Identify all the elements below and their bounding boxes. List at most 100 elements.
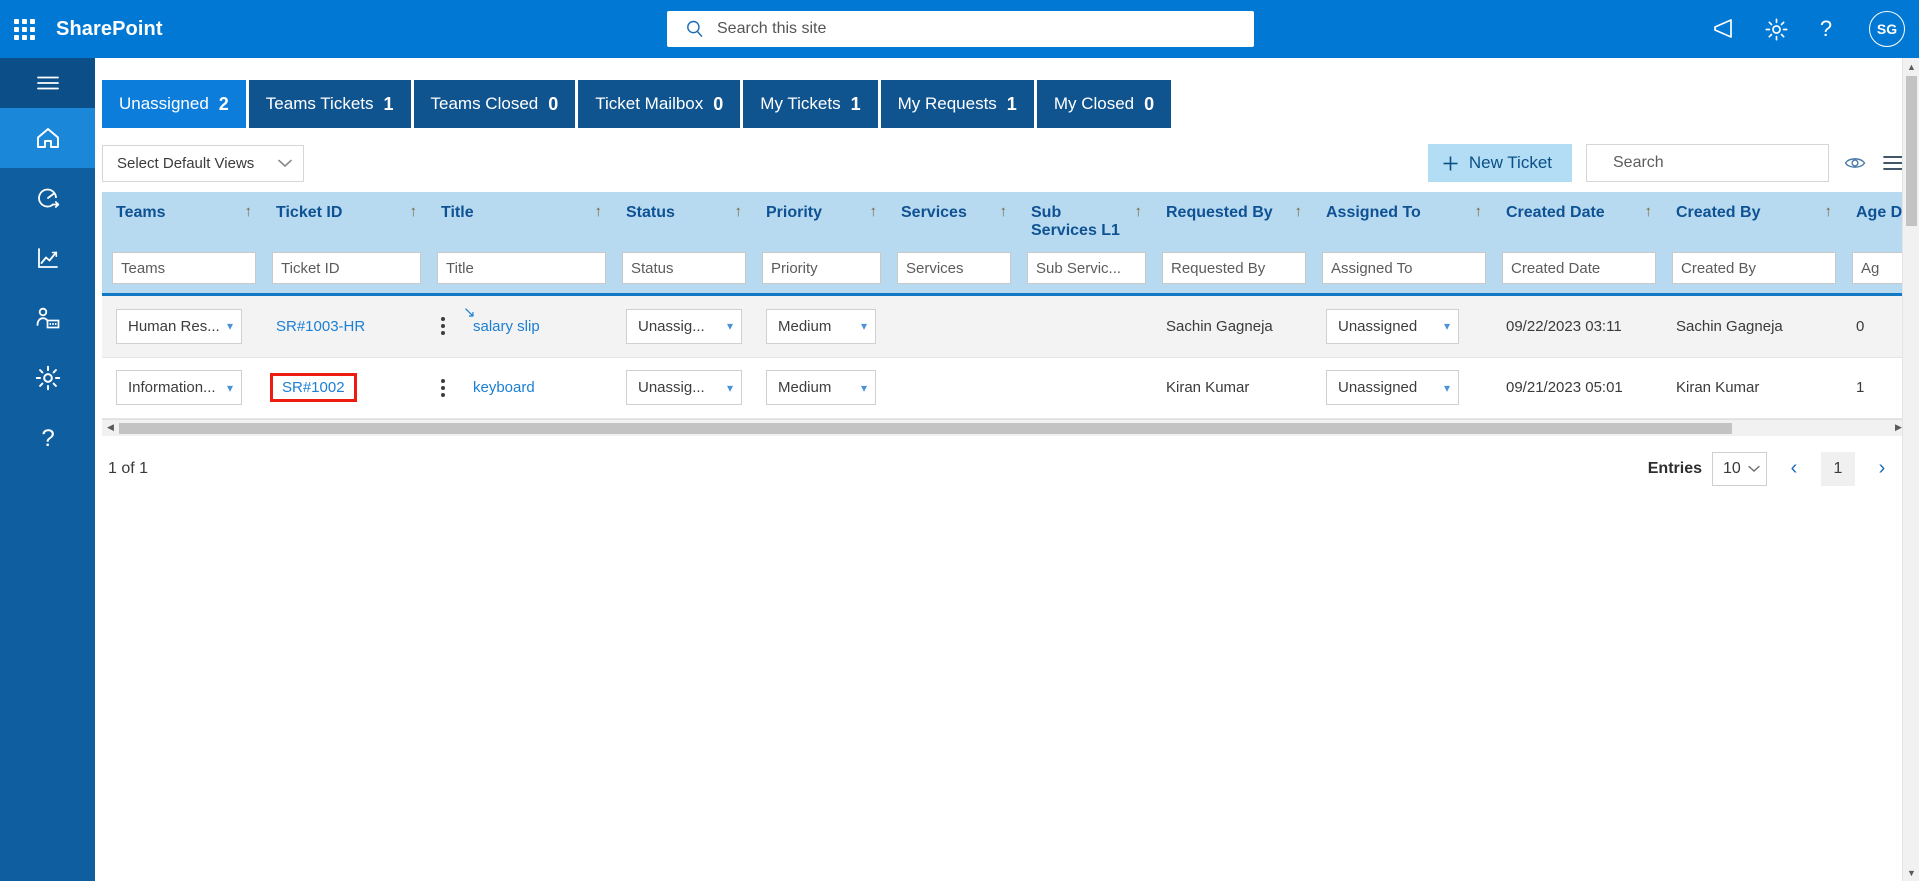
brand-title[interactable]: SharePoint — [56, 18, 163, 41]
filter-input-services[interactable] — [897, 252, 1011, 284]
cell-sub-services-l1 — [1017, 296, 1152, 358]
filter-input-teams[interactable] — [112, 252, 256, 284]
filter-input-status[interactable] — [622, 252, 746, 284]
status-dropdown[interactable]: Unassig... ▾ — [626, 370, 742, 405]
assigned-to-dropdown[interactable]: Unassigned ▾ — [1326, 370, 1459, 405]
teams-dropdown[interactable]: Information... ▾ — [116, 370, 242, 405]
ticket-title-link[interactable]: salary slip — [473, 318, 540, 335]
eye-icon[interactable] — [1843, 154, 1867, 172]
sidebar-item-reports[interactable] — [0, 228, 95, 288]
tab-count: 1 — [850, 93, 861, 114]
default-views-dropdown[interactable]: Select Default Views — [102, 144, 304, 182]
scroll-down-icon[interactable]: ▼ — [1903, 864, 1919, 881]
new-ticket-button[interactable]: New Ticket — [1427, 144, 1572, 182]
filter-input-ticket-id[interactable] — [272, 252, 421, 284]
page-number-1[interactable]: 1 — [1821, 451, 1855, 486]
sidebar-item-admin-users[interactable] — [0, 288, 95, 348]
row-actions-kebab-icon[interactable] — [441, 378, 445, 397]
megaphone-icon[interactable] — [1712, 18, 1738, 40]
sidebar-item-help[interactable]: ? — [0, 408, 95, 468]
tab-ticket-mailbox[interactable]: Ticket Mailbox 0 — [578, 80, 741, 128]
assigned-to-dropdown[interactable]: Unassigned ▾ — [1326, 308, 1459, 344]
site-search-box[interactable] — [667, 11, 1254, 47]
default-views-label: Select Default Views — [117, 154, 255, 172]
priority-dropdown[interactable]: Medium ▾ — [766, 308, 876, 344]
tab-my-tickets[interactable]: My Tickets 1 — [743, 80, 878, 128]
column-header-teams[interactable]: Teams ↑ — [102, 192, 262, 252]
sidebar-item-dashboard[interactable] — [0, 168, 95, 228]
previous-page-button[interactable]: ‹ — [1777, 452, 1811, 486]
tab-label: My Closed — [1053, 94, 1135, 113]
cell-priority: Medium ▾ — [752, 357, 887, 419]
line-chart-icon — [37, 248, 58, 268]
filter-input-sub-services-l1[interactable] — [1027, 252, 1146, 284]
status-dropdown[interactable]: Unassig... ▾ — [626, 308, 742, 344]
teams-value: Human Res... — [128, 317, 220, 335]
cell-sub-services-l1 — [1017, 357, 1152, 419]
grid-search-input[interactable] — [1611, 146, 1822, 180]
pagination: Entries 10 ‹ 1 › — [1648, 436, 1899, 502]
app-launcher-button[interactable] — [0, 0, 48, 58]
tab-count: 0 — [1144, 93, 1155, 114]
site-search-input[interactable] — [715, 12, 1254, 46]
tab-teams-tickets[interactable]: Teams Tickets 1 — [248, 80, 411, 128]
gear-icon[interactable] — [1764, 17, 1789, 42]
tab-my-closed[interactable]: My Closed 0 — [1036, 80, 1172, 128]
avatar[interactable]: SG — [1869, 11, 1905, 47]
filter-input-title[interactable] — [437, 252, 606, 284]
column-header-sub-services-l1[interactable]: Sub Services L1 ↑ — [1017, 192, 1152, 252]
column-header-created-by[interactable]: Created By ↑ — [1662, 192, 1842, 252]
scrollbar-thumb[interactable] — [119, 422, 1732, 434]
column-header-requested-by[interactable]: Requested By ↑ — [1152, 192, 1312, 252]
column-header-age-days[interactable]: Age D ↑ — [1842, 192, 1907, 252]
grid-toolbar: Select Default Views New Ticket — [95, 134, 1919, 192]
tab-label: Ticket Mailbox — [595, 94, 704, 113]
column-header-status[interactable]: Status ↑ — [612, 192, 752, 252]
page-vertical-scrollbar[interactable]: ▲ ▼ — [1902, 58, 1919, 881]
cell-services — [887, 357, 1017, 419]
scroll-up-icon[interactable]: ▲ — [1903, 58, 1919, 75]
teams-dropdown[interactable]: Human Res... ▾ — [116, 308, 242, 344]
column-header-title[interactable]: Title ↑ — [427, 192, 612, 252]
column-header-services[interactable]: Services ↑ — [887, 192, 1017, 252]
filter-input-created-by[interactable] — [1672, 252, 1836, 284]
scroll-left-icon[interactable]: ◀ — [102, 419, 119, 436]
tab-count: 2 — [218, 93, 229, 114]
table-row[interactable]: Information... ▾ SR#1002 keyboard Unassi… — [102, 357, 1907, 419]
tab-unassigned[interactable]: Unassigned 2 — [102, 80, 246, 128]
chevron-down-icon: ▾ — [726, 319, 733, 334]
grid-footer: 1 of 1 Entries 10 ‹ 1 › — [102, 436, 1907, 502]
tab-teams-closed[interactable]: Teams Closed 0 — [413, 80, 576, 128]
filter-input-assigned-to[interactable] — [1322, 252, 1486, 284]
table-row[interactable]: Human Res... ▾ SR#1003-HR ↘ salary slip … — [102, 296, 1907, 358]
gear-icon — [35, 365, 60, 391]
column-label: Requested By — [1166, 204, 1273, 221]
column-header-assigned-to[interactable]: Assigned To ↑ — [1312, 192, 1492, 252]
sidebar-item-settings[interactable] — [0, 348, 95, 408]
grid-horizontal-scrollbar[interactable]: ◀ ▶ — [102, 418, 1907, 436]
filter-input-priority[interactable] — [762, 252, 881, 284]
scrollbar-thumb[interactable] — [1906, 76, 1917, 226]
column-header-created-date[interactable]: Created Date ↑ — [1492, 192, 1662, 252]
priority-dropdown[interactable]: Medium ▾ — [766, 370, 876, 405]
column-header-priority[interactable]: Priority ↑ — [752, 192, 887, 252]
sidebar-item-home[interactable] — [0, 108, 95, 168]
row-actions-kebab-icon[interactable] — [441, 317, 445, 336]
tab-my-requests[interactable]: My Requests 1 — [880, 80, 1034, 128]
help-icon[interactable]: ? — [1815, 16, 1837, 42]
ticket-id-link[interactable]: SR#1003-HR — [276, 318, 365, 335]
filter-input-created-date[interactable] — [1502, 252, 1656, 284]
ticket-title-link[interactable]: keyboard — [473, 379, 535, 396]
column-header-ticket-id[interactable]: Ticket ID ↑ — [262, 192, 427, 252]
teams-value: Information... — [128, 379, 216, 396]
next-page-button[interactable]: › — [1865, 452, 1899, 486]
grid-search-box[interactable] — [1586, 144, 1829, 182]
filter-input-requested-by[interactable] — [1162, 252, 1306, 284]
ticket-id-link[interactable]: SR#1002 — [270, 373, 357, 402]
filter-cell-requested-by — [1152, 252, 1312, 293]
entries-per-page-dropdown[interactable]: 10 — [1712, 451, 1767, 486]
chevron-down-icon: ▾ — [226, 319, 233, 334]
filter-input-age-days[interactable] — [1852, 252, 1907, 284]
cell-created-date: 09/21/2023 05:01 — [1492, 357, 1662, 419]
hamburger-menu-icon[interactable] — [0, 58, 95, 108]
